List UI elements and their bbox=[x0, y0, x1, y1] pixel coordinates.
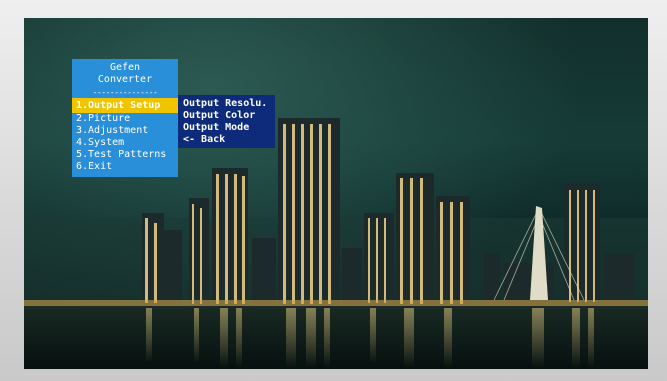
osd-menu-list: 1.Output Setup 2.Picture 3.Adjustment 4.… bbox=[72, 98, 178, 177]
menu-item-output-setup[interactable]: 1.Output Setup bbox=[72, 98, 178, 113]
menu-item-exit[interactable]: 6.Exit bbox=[72, 161, 178, 173]
submenu-item-back[interactable]: <- Back bbox=[178, 134, 275, 146]
submenu-item-output-resolution[interactable]: Output Resolu. bbox=[178, 98, 275, 110]
osd-submenu-output-setup: Output Resolu. Output Color Output Mode … bbox=[178, 95, 275, 148]
menu-item-adjustment[interactable]: 3.Adjustment bbox=[72, 125, 178, 137]
menu-item-system[interactable]: 4.System bbox=[72, 137, 178, 149]
submenu-item-output-mode[interactable]: Output Mode bbox=[178, 122, 275, 134]
osd-separator: --------------- bbox=[92, 90, 158, 96]
osd-title: Gefen Converter bbox=[72, 59, 178, 90]
menu-item-picture[interactable]: 2.Picture bbox=[72, 113, 178, 125]
tv-screen: Gefen Converter --------------- 1.Output… bbox=[24, 18, 648, 369]
menu-item-test-patterns[interactable]: 5.Test Patterns bbox=[72, 149, 178, 161]
osd-main-menu: Gefen Converter --------------- 1.Output… bbox=[72, 59, 178, 177]
osd-title-line2: Converter bbox=[97, 74, 153, 85]
submenu-item-output-color[interactable]: Output Color bbox=[178, 110, 275, 122]
osd-title-line1: Gefen bbox=[109, 62, 141, 73]
